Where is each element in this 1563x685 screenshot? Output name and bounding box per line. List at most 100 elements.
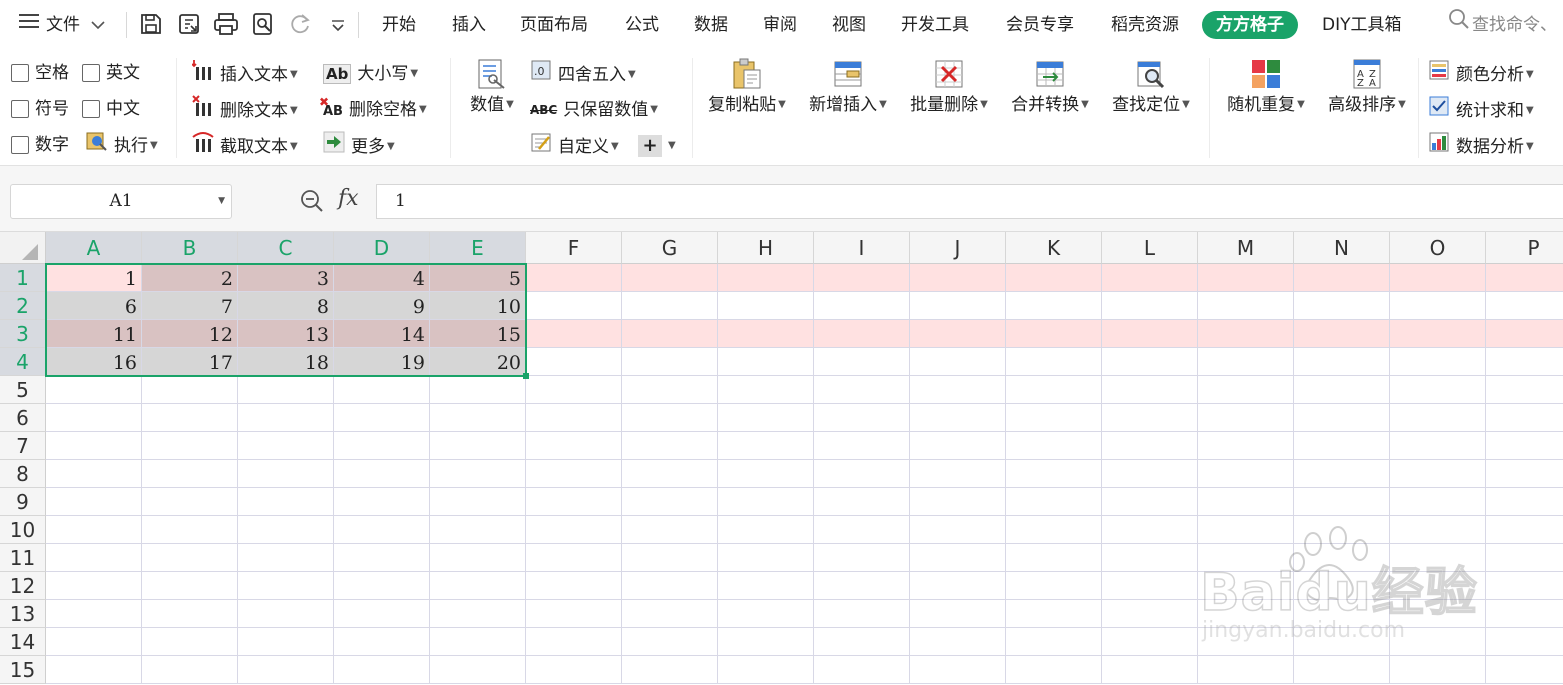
cell-n7[interactable] (1294, 432, 1390, 460)
cell-g3[interactable] (622, 320, 718, 348)
cell-h10[interactable] (718, 516, 814, 544)
row-header-7[interactable]: 7 (0, 432, 46, 460)
cell-c9[interactable] (238, 488, 334, 516)
print-preview-icon[interactable] (251, 12, 275, 41)
cell-c11[interactable] (238, 544, 334, 572)
row-header-9[interactable]: 9 (0, 488, 46, 516)
cell-d13[interactable] (334, 600, 430, 628)
cell-p9[interactable] (1486, 488, 1563, 516)
cell-a15[interactable] (46, 656, 142, 684)
cell-p2[interactable] (1486, 292, 1563, 320)
delete-text-button[interactable]: 删除文本 ▼ (192, 95, 298, 125)
tab-member[interactable]: 会员专享 (1006, 0, 1074, 50)
cell-j9[interactable] (910, 488, 1006, 516)
cell-a5[interactable] (46, 376, 142, 404)
zoom-icon[interactable] (299, 188, 325, 218)
cell-k6[interactable] (1006, 404, 1102, 432)
cell-e7[interactable] (430, 432, 526, 460)
cell-d9[interactable] (334, 488, 430, 516)
cell-m7[interactable] (1198, 432, 1294, 460)
cell-i12[interactable] (814, 572, 910, 600)
color-analysis-button[interactable]: 颜色分析 ▼ (1428, 59, 1534, 89)
cell-n2[interactable] (1294, 292, 1390, 320)
cell-b15[interactable] (142, 656, 238, 684)
cell-k9[interactable] (1006, 488, 1102, 516)
cell-n3[interactable] (1294, 320, 1390, 348)
dropdown-caret-icon[interactable]: ▼ (218, 185, 225, 218)
cell-e3[interactable]: 15 (430, 320, 526, 348)
cell-n9[interactable] (1294, 488, 1390, 516)
numeric-button[interactable]: 数值 ▼ (444, 58, 540, 138)
cell-f1[interactable] (526, 264, 622, 292)
cell-n6[interactable] (1294, 404, 1390, 432)
cell-l8[interactable] (1102, 460, 1198, 488)
cell-j1[interactable] (910, 264, 1006, 292)
cell-p15[interactable] (1486, 656, 1563, 684)
cell-e4[interactable]: 20 (430, 348, 526, 376)
cell-i4[interactable] (814, 348, 910, 376)
name-box[interactable]: A1 ▼ (10, 184, 232, 219)
tab-formulas[interactable]: 公式 (625, 0, 659, 50)
cell-d2[interactable]: 9 (334, 292, 430, 320)
cell-k7[interactable] (1006, 432, 1102, 460)
cell-j5[interactable] (910, 376, 1006, 404)
batch-delete-button[interactable]: 批量删除 ▼ (901, 58, 997, 138)
select-all-corner[interactable] (0, 232, 46, 264)
cell-j8[interactable] (910, 460, 1006, 488)
cell-b2[interactable]: 7 (142, 292, 238, 320)
cell-g8[interactable] (622, 460, 718, 488)
cell-k12[interactable] (1006, 572, 1102, 600)
cell-l9[interactable] (1102, 488, 1198, 516)
advanced-sort-button[interactable]: AZZA 高级排序 ▼ (1319, 58, 1415, 138)
row-header-8[interactable]: 8 (0, 460, 46, 488)
cell-f8[interactable] (526, 460, 622, 488)
cell-b13[interactable] (142, 600, 238, 628)
cell-f6[interactable] (526, 404, 622, 432)
round-button[interactable]: .0 四舍五入 ▼ (530, 59, 636, 89)
cell-b4[interactable]: 17 (142, 348, 238, 376)
cell-m4[interactable] (1198, 348, 1294, 376)
tab-review[interactable]: 审阅 (763, 0, 797, 50)
keep-values-button[interactable]: ABC 只保留数值 ▼ (530, 95, 658, 125)
cell-c3[interactable]: 13 (238, 320, 334, 348)
cell-g2[interactable] (622, 292, 718, 320)
cell-l7[interactable] (1102, 432, 1198, 460)
cell-d12[interactable] (334, 572, 430, 600)
cell-i13[interactable] (814, 600, 910, 628)
cell-g9[interactable] (622, 488, 718, 516)
cell-l1[interactable] (1102, 264, 1198, 292)
cell-f7[interactable] (526, 432, 622, 460)
cell-i10[interactable] (814, 516, 910, 544)
cell-f12[interactable] (526, 572, 622, 600)
cell-d10[interactable] (334, 516, 430, 544)
cell-l6[interactable] (1102, 404, 1198, 432)
tab-home[interactable]: 开始 (382, 0, 416, 50)
cell-g6[interactable] (622, 404, 718, 432)
cell-e15[interactable] (430, 656, 526, 684)
column-header-e[interactable]: E (430, 232, 526, 264)
cell-a9[interactable] (46, 488, 142, 516)
column-header-g[interactable]: G (622, 232, 718, 264)
cell-l4[interactable] (1102, 348, 1198, 376)
row-header-11[interactable]: 11 (0, 544, 46, 572)
print-icon[interactable] (213, 12, 239, 41)
tab-view[interactable]: 视图 (832, 0, 866, 50)
tab-page-layout[interactable]: 页面布局 (520, 0, 588, 50)
column-header-o[interactable]: O (1390, 232, 1486, 264)
formula-input[interactable]: 1 (376, 184, 1563, 219)
cell-e6[interactable] (430, 404, 526, 432)
cell-c13[interactable] (238, 600, 334, 628)
cell-o8[interactable] (1390, 460, 1486, 488)
cell-k14[interactable] (1006, 628, 1102, 656)
checkbox-box[interactable] (82, 64, 100, 82)
cell-j4[interactable] (910, 348, 1006, 376)
cell-k2[interactable] (1006, 292, 1102, 320)
cell-f5[interactable] (526, 376, 622, 404)
cell-d5[interactable] (334, 376, 430, 404)
cell-g11[interactable] (622, 544, 718, 572)
cell-e11[interactable] (430, 544, 526, 572)
cell-j6[interactable] (910, 404, 1006, 432)
cell-d4[interactable]: 19 (334, 348, 430, 376)
cell-o1[interactable] (1390, 264, 1486, 292)
cell-b14[interactable] (142, 628, 238, 656)
